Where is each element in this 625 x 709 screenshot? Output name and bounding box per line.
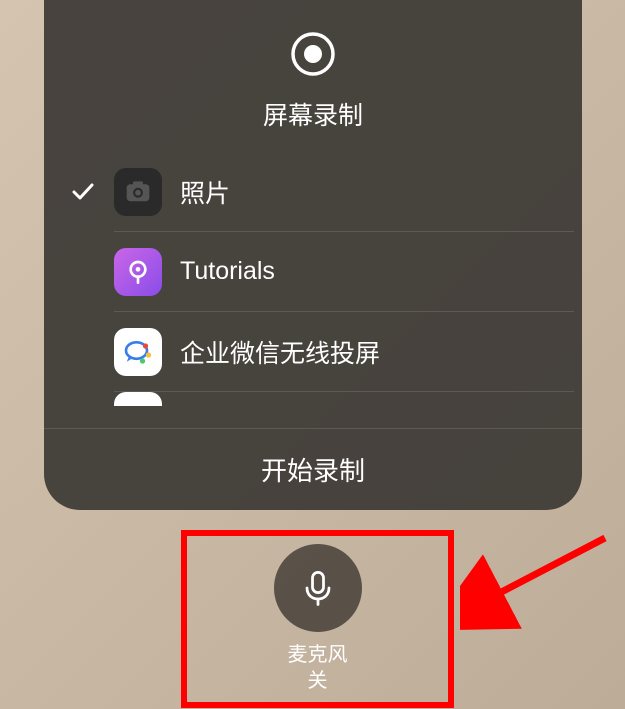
start-label: 开始录制	[261, 451, 365, 488]
item-label: 照片	[180, 174, 230, 210]
checkmark-icon	[69, 178, 97, 206]
record-icon	[283, 24, 343, 84]
list-item[interactable]: 企业微信无线投屏	[114, 312, 574, 392]
mic-label: 麦克风	[288, 642, 348, 668]
start-recording-button[interactable]: 开始录制	[44, 428, 582, 510]
list-item-partial	[114, 392, 574, 412]
item-label: Tutorials	[180, 257, 275, 286]
wechat-work-app-icon	[114, 328, 162, 376]
microphone-button[interactable]	[274, 544, 362, 632]
photos-app-icon	[114, 168, 162, 216]
microphone-labels: 麦克风 关	[288, 642, 348, 694]
panel-header: 屏幕录制	[44, 24, 582, 152]
microphone-icon	[296, 566, 340, 610]
annotation-arrow	[460, 530, 620, 640]
app-list: 照片 Tutorials	[44, 152, 582, 428]
mic-status: 关	[288, 668, 348, 694]
panel-title: 屏幕录制	[263, 96, 363, 132]
list-item[interactable]: 照片	[114, 152, 574, 232]
partial-app-icon	[114, 392, 162, 406]
microphone-highlight-box: 麦克风 关	[181, 530, 454, 708]
screen-recording-panel: 屏幕录制 照片	[44, 0, 582, 510]
tutorials-app-icon	[114, 248, 162, 296]
list-item[interactable]: Tutorials	[114, 232, 574, 312]
item-label: 企业微信无线投屏	[180, 334, 380, 370]
